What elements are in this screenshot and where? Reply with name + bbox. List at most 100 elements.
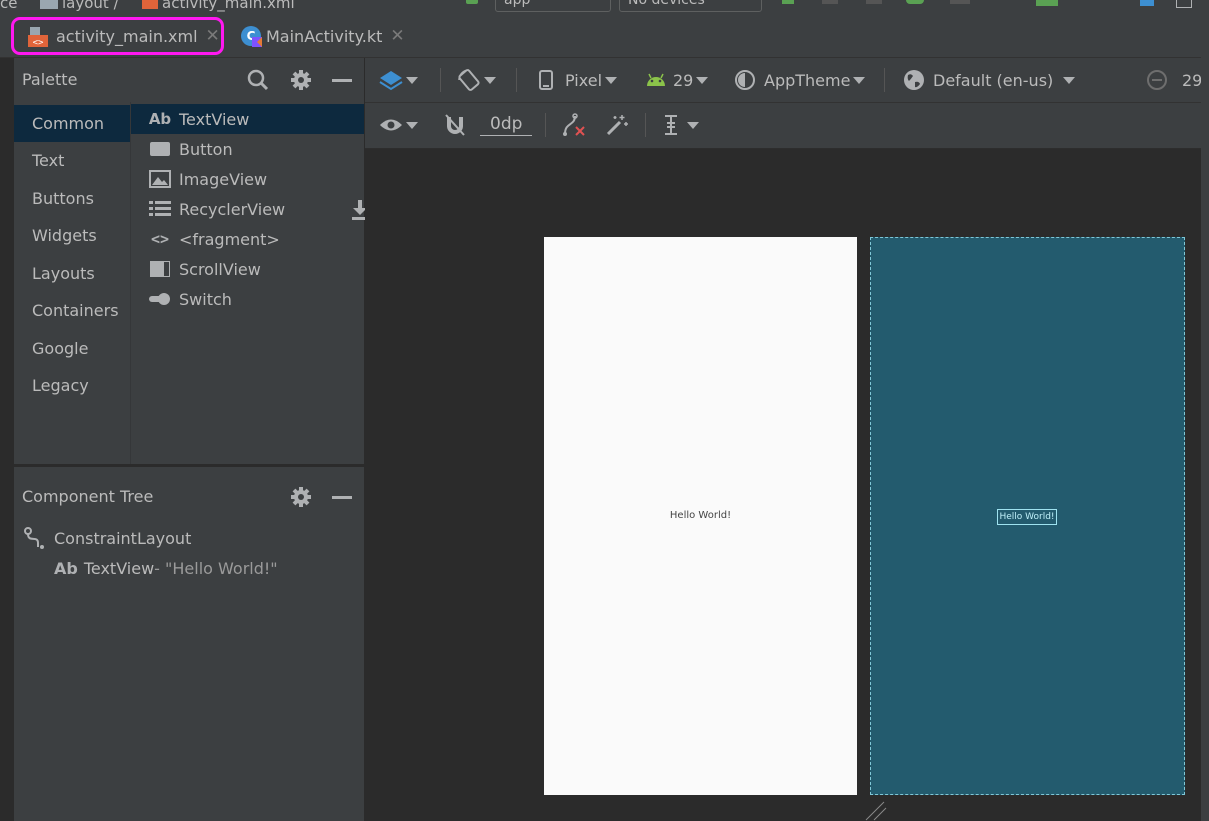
- palette-item-scrollview[interactable]: ScrollView: [131, 254, 364, 284]
- textview-icon: Ab: [148, 110, 172, 128]
- align-icon: [665, 115, 677, 135]
- palette-item-imageview[interactable]: ImageView: [131, 164, 364, 194]
- magic-wand-icon: [606, 115, 628, 136]
- chevron-down-icon: [853, 76, 866, 84]
- design-surface-dropdown[interactable]: [379, 58, 418, 102]
- infer-constraints-button[interactable]: [605, 103, 629, 147]
- android-icon: [647, 73, 665, 86]
- palette-item-label: RecyclerView: [179, 199, 286, 219]
- clear-constraints-button[interactable]: [561, 103, 587, 147]
- breadcrumb-root[interactable]: ce: [0, 0, 17, 12]
- device-label: Pixel: [565, 70, 603, 90]
- palette-item-fragment[interactable]: <> <fragment>: [131, 224, 364, 254]
- tab-label: MainActivity.kt: [266, 26, 383, 46]
- toolbar-separator: [516, 68, 517, 92]
- preview-textview[interactable]: Hello World!: [544, 510, 857, 521]
- palette-category-text[interactable]: Text: [14, 142, 130, 179]
- palette-item-switch[interactable]: Switch: [131, 284, 364, 314]
- attach-icon[interactable]: [906, 0, 924, 4]
- palette-category-google[interactable]: Google: [14, 330, 130, 367]
- chevron-down-icon: [484, 76, 496, 84]
- gear-icon[interactable]: [290, 69, 312, 91]
- tree-item-textview[interactable]: Ab TextView - "Hello World!": [54, 559, 278, 578]
- palette-item-button[interactable]: Button: [131, 134, 364, 164]
- toolbar-separator: [884, 68, 885, 92]
- run-config-dropdown[interactable]: app: [495, 0, 611, 12]
- palette-item-label: <fragment>: [179, 229, 280, 249]
- globe-icon: [904, 70, 924, 90]
- margin-value: 0dp: [480, 114, 533, 136]
- palette-category-legacy[interactable]: Legacy: [14, 367, 130, 404]
- api-level-dropdown[interactable]: 29: [645, 58, 709, 102]
- palette-category-containers[interactable]: Containers: [14, 292, 130, 329]
- sync-icon[interactable]: [1036, 0, 1058, 6]
- default-margin-dropdown[interactable]: 0dp: [480, 103, 533, 147]
- resize-handle-icon[interactable]: [862, 800, 888, 821]
- api-level-label: 29: [673, 70, 694, 90]
- breadcrumb-file[interactable]: activity_main.xml: [142, 0, 295, 12]
- list-icon: [149, 199, 171, 219]
- theme-dropdown[interactable]: AppTheme: [734, 58, 866, 102]
- locale-label: Default (en-us): [933, 70, 1054, 90]
- palette-category-list: Common Text Buttons Widgets Layouts Cont…: [14, 102, 131, 464]
- design-preview[interactable]: Hello World!: [544, 237, 857, 795]
- palette-item-textview[interactable]: Ab TextView: [131, 104, 364, 134]
- editor-tab-bar: <> activity_main.xml ✕ C MainActivity.kt…: [0, 15, 1209, 58]
- locale-dropdown[interactable]: Default (en-us): [903, 58, 1076, 102]
- top-navigation-bar: ce layout / activity_main.xml app No dev…: [0, 0, 1209, 15]
- apply-changes-icon[interactable]: [950, 0, 970, 4]
- minimize-icon[interactable]: [332, 496, 352, 499]
- palette-header: Palette: [14, 58, 364, 102]
- chevron-down-icon: [605, 76, 618, 84]
- structure-icon[interactable]: [1140, 0, 1154, 6]
- blueprint-preview[interactable]: Hello World!: [870, 237, 1185, 795]
- autoconnect-toggle[interactable]: [444, 103, 466, 147]
- blueprint-textview[interactable]: Hello World!: [997, 509, 1057, 525]
- chevron-down-icon: [406, 121, 418, 129]
- device-dropdown[interactable]: No devices: [619, 0, 762, 12]
- window-edge: [1201, 15, 1209, 821]
- tab-main-activity[interactable]: C MainActivity.kt ✕: [240, 15, 405, 57]
- breadcrumb-layout[interactable]: layout /: [40, 0, 119, 12]
- textview-icon: Ab: [54, 559, 78, 578]
- breadcrumb-file-label: activity_main.xml: [162, 0, 295, 12]
- palette-category-widgets[interactable]: Widgets: [14, 217, 130, 254]
- palette-item-label: Switch: [179, 289, 232, 309]
- theme-label: AppTheme: [764, 70, 851, 90]
- palette-body: Common Text Buttons Widgets Layouts Cont…: [14, 102, 368, 464]
- debug-icon[interactable]: [822, 0, 838, 4]
- minimize-icon[interactable]: [332, 79, 352, 82]
- close-icon[interactable]: ✕: [390, 26, 404, 46]
- tab-activity-main[interactable]: <> activity_main.xml ✕: [28, 15, 220, 57]
- orientation-dropdown[interactable]: [457, 58, 496, 102]
- tree-item-constraintlayout[interactable]: ConstraintLayout: [24, 527, 191, 549]
- close-icon[interactable]: ✕: [206, 26, 220, 46]
- profile-icon[interactable]: [866, 0, 882, 4]
- tree-item-label: ConstraintLayout: [54, 528, 192, 548]
- layout-editor-toolbar: Pixel 29 AppTheme Default (en-us) 29: [365, 58, 1209, 103]
- guidelines-dropdown[interactable]: [663, 103, 699, 147]
- build-hammer-icon[interactable]: [466, 0, 478, 4]
- clear-constraints-icon: [563, 113, 585, 136]
- panel-splitter[interactable]: [14, 464, 364, 467]
- palette-category-layouts[interactable]: Layouts: [14, 255, 130, 292]
- search-icon[interactable]: [247, 69, 269, 91]
- palette-category-buttons[interactable]: Buttons: [14, 180, 130, 217]
- toolbar-separator: [545, 113, 546, 137]
- run-icon[interactable]: [782, 0, 794, 4]
- rotate-icon: [458, 69, 480, 91]
- zoom-out-icon[interactable]: [1146, 69, 1168, 91]
- search-everywhere-icon[interactable]: [1176, 0, 1192, 8]
- zoom-control: 29%: [1146, 58, 1209, 102]
- palette-category-common[interactable]: Common: [14, 105, 130, 142]
- switch-icon: [149, 289, 171, 309]
- device-dropdown[interactable]: Pixel: [539, 58, 618, 102]
- palette-title: Palette: [22, 70, 78, 89]
- phone-icon: [539, 70, 553, 90]
- view-options-dropdown[interactable]: [379, 103, 418, 147]
- layout-file-icon: <>: [28, 27, 48, 47]
- tree-item-text: - "Hello World!": [154, 559, 278, 578]
- code-brackets-icon: <>: [150, 230, 170, 248]
- palette-item-recyclerview[interactable]: RecyclerView: [131, 194, 368, 224]
- gear-icon[interactable]: [290, 486, 312, 508]
